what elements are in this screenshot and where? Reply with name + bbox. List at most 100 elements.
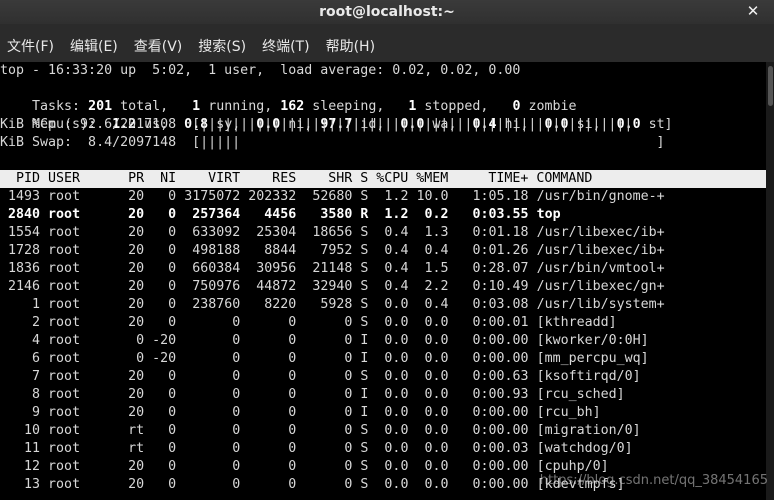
- cell-cpu: 0.4: [376, 279, 409, 294]
- cell-ni: -20: [152, 351, 177, 366]
- cell-pr: 20: [120, 387, 145, 402]
- cell-cmd: [migration/0]: [536, 423, 665, 438]
- cell-user: root: [48, 225, 113, 240]
- cell-pid: 1493: [0, 189, 41, 204]
- menu-terminal[interactable]: 终端(T): [262, 36, 309, 56]
- cell-pr: 20: [120, 225, 145, 240]
- table-row: 1493 root 20 0 3175072 202332 52680 S 1.…: [0, 188, 665, 206]
- cell-virt: 0: [184, 441, 241, 456]
- cell-s: S: [360, 225, 369, 240]
- cell-cmd: /usr/bin/gnome-+: [536, 189, 665, 204]
- cell-res: 0: [248, 369, 297, 384]
- table-row: 1554 root 20 0 633092 25304 18656 S 0.4 …: [0, 224, 665, 242]
- cell-cpu: 0.0: [376, 423, 409, 438]
- cell-pid: 13: [0, 477, 41, 492]
- cell-cmd: [rcu_sched]: [536, 387, 665, 402]
- cell-user: root: [48, 459, 113, 474]
- cell-res: 25304: [248, 225, 297, 240]
- cell-s: S: [360, 423, 369, 438]
- menu-search[interactable]: 搜索(S): [198, 36, 246, 56]
- cell-pr: 20: [120, 207, 145, 222]
- cell-mem: 0.0: [416, 369, 449, 384]
- cell-virt: 0: [184, 477, 241, 492]
- cell-mem: 0.0: [416, 333, 449, 348]
- cell-res: 0: [248, 441, 297, 456]
- cell-cmd: [ksoftirqd/0]: [536, 369, 665, 384]
- cell-pr: 20: [120, 405, 145, 420]
- terminal-output[interactable]: top - 16:33:20 up 5:02, 1 user, load ave…: [0, 62, 774, 500]
- cell-res: 0: [248, 333, 297, 348]
- cell-user: root: [48, 387, 113, 402]
- cell-pid: 8: [0, 387, 41, 402]
- cell-cmd: [mm_percpu_wq]: [536, 351, 665, 366]
- cell-user: root: [48, 477, 113, 492]
- cell-pr: 20: [120, 477, 145, 492]
- cell-virt: 660384: [184, 261, 241, 276]
- cell-pid: 4: [0, 333, 41, 348]
- cell-cpu: 1.2: [376, 189, 409, 204]
- cell-shr: 0: [304, 423, 353, 438]
- cell-pr: 20: [120, 243, 145, 258]
- table-row: 6 root 0 -20 0 0 0 I 0.0 0.0 0:00.00 [mm…: [0, 350, 665, 368]
- table-row: 10 root rt 0 0 0 0 S 0.0 0.0 0:00.00 [mi…: [0, 422, 665, 440]
- cell-user: root: [48, 423, 113, 438]
- cell-res: 4456: [248, 207, 297, 222]
- cell-pr: 20: [120, 315, 145, 330]
- cell-time: 0:00.00: [456, 423, 529, 438]
- table-row: 2840 root 20 0 257364 4456 3580 R 1.2 0.…: [0, 206, 665, 224]
- cell-cpu: 0.0: [376, 405, 409, 420]
- menu-help[interactable]: 帮助(H): [326, 36, 375, 56]
- menu-file[interactable]: 文件(F): [7, 36, 54, 56]
- tasks-line: Tasks: 201 total, 1 running, 162 sleepin…: [0, 80, 576, 114]
- cell-ni: 0: [152, 297, 177, 312]
- window-titlebar: root@localhost:~ ✕: [0, 0, 774, 24]
- cell-cpu: 0.4: [376, 261, 409, 276]
- cell-cpu: 0.0: [376, 315, 409, 330]
- cell-mem: 0.0: [416, 423, 449, 438]
- cell-cpu: 1.2: [376, 207, 409, 222]
- cell-cpu: 0.4: [376, 243, 409, 258]
- cell-cmd: /usr/libexec/gn+: [536, 279, 665, 294]
- cell-ni: 0: [152, 315, 177, 330]
- cell-user: root: [48, 297, 113, 312]
- cell-pid: 10: [0, 423, 41, 438]
- cell-user: root: [48, 315, 113, 330]
- cell-cmd: [cpuhp/0]: [536, 459, 665, 474]
- cell-ni: 0: [152, 369, 177, 384]
- cell-s: I: [360, 333, 369, 348]
- cell-user: root: [48, 441, 113, 456]
- cell-time: 0:00.00: [456, 351, 529, 366]
- cell-shr: 5928: [304, 297, 353, 312]
- scrollbar-thumb[interactable]: [768, 66, 773, 106]
- cell-pr: 0: [120, 333, 145, 348]
- cell-shr: 0: [304, 351, 353, 366]
- cell-virt: 0: [184, 387, 241, 402]
- cell-pid: 1728: [0, 243, 41, 258]
- cell-res: 0: [248, 459, 297, 474]
- cell-pid: 11: [0, 441, 41, 456]
- cell-time: 0:01.26: [456, 243, 529, 258]
- cell-time: 0:03.08: [456, 297, 529, 312]
- cell-res: 30956: [248, 261, 297, 276]
- close-icon[interactable]: ✕: [744, 2, 762, 20]
- menu-view[interactable]: 查看(V): [134, 36, 183, 56]
- terminal-scrollbar[interactable]: [766, 62, 774, 500]
- cell-virt: 0: [184, 315, 241, 330]
- cell-mem: 0.4: [416, 297, 449, 312]
- cell-pid: 2840: [0, 207, 41, 222]
- cell-pid: 1: [0, 297, 41, 312]
- table-row: 1 root 20 0 238760 8220 5928 S 0.0 0.4 0…: [0, 296, 665, 314]
- cell-cpu: 0.0: [376, 477, 409, 492]
- cell-pid: 6: [0, 351, 41, 366]
- cell-virt: 0: [184, 333, 241, 348]
- cell-s: R: [360, 207, 369, 222]
- cell-pr: rt: [120, 441, 145, 456]
- cell-mem: 0.0: [416, 315, 449, 330]
- cell-shr: 0: [304, 333, 353, 348]
- cell-user: root: [48, 207, 113, 222]
- cell-pid: 9: [0, 405, 41, 420]
- menu-edit[interactable]: 编辑(E): [70, 36, 118, 56]
- cell-shr: 0: [304, 405, 353, 420]
- cell-time: 0:00.00: [456, 405, 529, 420]
- cell-pid: 1554: [0, 225, 41, 240]
